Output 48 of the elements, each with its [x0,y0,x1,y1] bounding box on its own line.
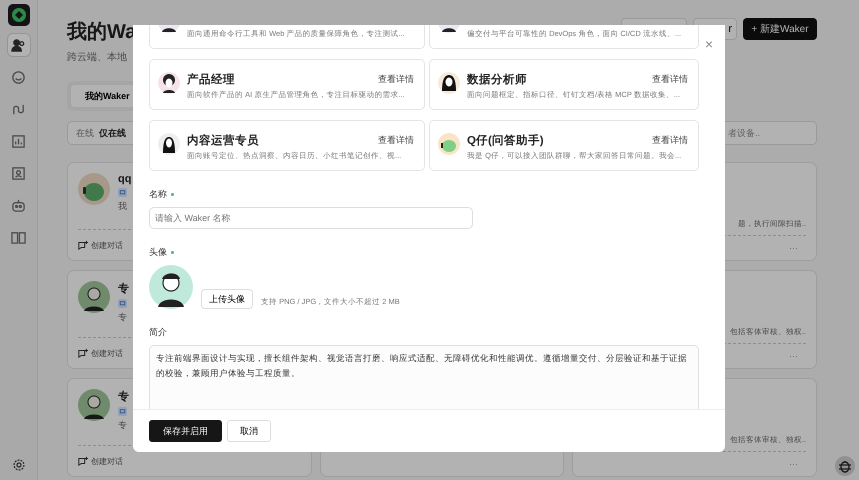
name-input-field[interactable]: 请输入 Waker 名称 [149,207,473,229]
waker-description: 我 [118,200,128,213]
create-chat-link[interactable]: 创建对话 [91,348,123,358]
waker-description: 专 [118,311,128,324]
role-name: 内容运营专员 [187,133,259,148]
role-name: 数据分析师 [467,72,527,86]
close-button[interactable]: × [704,37,713,51]
role-avatar [438,133,460,155]
logo-icon [8,4,30,26]
waker-name: qq [118,173,132,185]
role-avatar [158,72,180,94]
avatar [78,281,110,313]
field-label: 头像 [149,246,167,259]
filter-value[interactable]: 仅在线 [99,126,126,140]
field-label: 名称 [149,188,167,201]
view-details-link[interactable]: 查看详情 [378,134,414,146]
page-subtitle: 跨云端、本地 [67,50,128,64]
create-chat-link[interactable]: 创建对话 [91,240,123,250]
device-tag-icon [118,188,127,197]
settings-icon[interactable] [12,458,26,472]
device-tag-icon [118,299,127,308]
filter-label: 在线 [76,126,94,140]
view-details-link[interactable]: 查看详情 [378,72,414,86]
avatar-preview [149,265,193,309]
new-waker-button[interactable]: + 新建Waker [743,18,817,40]
upload-avatar-button[interactable]: 上传头像 [201,289,253,309]
chat-add-icon [78,456,88,466]
intro-text-field[interactable]: 专注前端界面设计与实现，擅长组件架构、视觉语言打磨、响应式适配、无障碍优化和性能调优。遵循增量交付、分层验证和基于证据的校验，兼顾用户体验与工程质量。 [149,345,699,409]
create-chat-link[interactable]: 创建对话 [91,456,123,466]
role-avatar [438,72,460,94]
chat-add-icon [78,240,88,250]
waker-name: 专 [118,390,129,404]
avatar [78,173,110,205]
role-avatar [158,133,180,155]
role-name: 产品经理 [187,72,235,86]
role-name: Q仔(问答助手) [467,133,544,148]
bug-icon[interactable] [835,456,855,476]
view-details-link[interactable]: 查看详情 [652,72,688,86]
save-button[interactable]: 保存并启用 [149,420,222,442]
avatar [78,389,110,421]
view-details-link[interactable]: 查看详情 [652,134,688,146]
device-tag-icon [118,407,127,416]
chat-add-icon [78,348,88,358]
agents-nav-icon[interactable] [8,34,30,56]
cancel-button[interactable]: 取消 [227,420,271,442]
waker-description: 专 [118,419,128,432]
waker-name: 专 [118,282,129,296]
field-label: 简介 [149,326,167,339]
